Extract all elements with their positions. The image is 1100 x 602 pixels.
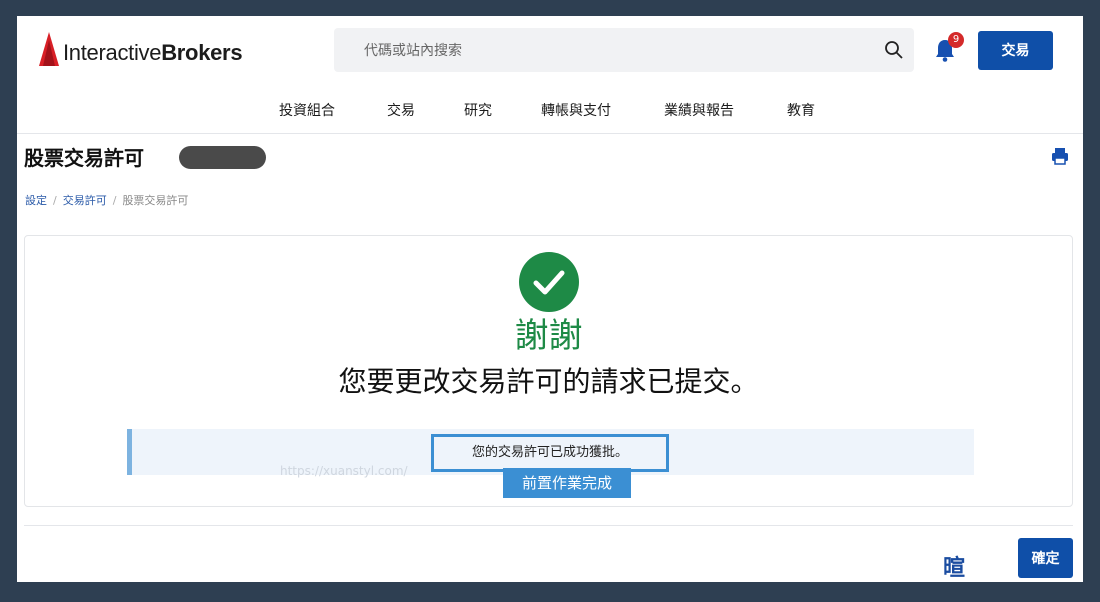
breadcrumb-separator: / [53,194,57,207]
main-nav: 投資組合 交易 研究 轉帳與支付 業績與報告 教育 [17,100,1083,130]
confirm-button[interactable]: 確定 [1018,538,1073,578]
app-window: InteractiveBrokers 9 交易 投資組合 交易 研究 轉帳與支付… [17,16,1083,582]
breadcrumb-separator: / [112,194,117,207]
redacted-account-id [179,146,266,169]
watermark: https://xuanstyl.com/ [280,464,408,478]
thank-you-heading: 謝謝 [514,316,583,356]
notification-badge: 9 [948,32,964,48]
header-divider [17,133,1083,134]
breadcrumb: 設定 / 交易許可 / 股票交易許可 [25,192,188,208]
nav-item-transfer-pay[interactable]: 轉帳與支付 [541,100,611,120]
approval-message: 您的交易許可已成功獲批。 [431,434,669,472]
ib-logo[interactable]: InteractiveBrokers [63,40,243,66]
breadcrumb-settings[interactable]: 設定 [25,194,47,207]
search-input[interactable] [362,38,866,64]
watermark-glyph: 暄 [943,556,966,581]
search-icon[interactable] [884,40,904,60]
nav-item-trade[interactable]: 交易 [387,100,415,120]
ib-logo-icon[interactable] [39,32,59,66]
breadcrumb-current: 股票交易許可 [122,194,189,207]
prerequisite-complete-label: 前置作業完成 [503,468,631,498]
page-title: 股票交易許可 [24,146,144,170]
search-bar[interactable] [334,28,914,72]
nav-item-portfolio[interactable]: 投資組合 [279,100,335,120]
submission-message: 您要更改交易許可的請求已提交。 [338,365,759,398]
trade-button[interactable]: 交易 [978,31,1053,70]
footer-divider [24,525,1073,526]
confirmation-card: 謝謝 您要更改交易許可的請求已提交。 您的交易許可已成功獲批。 https://… [24,235,1073,507]
breadcrumb-trading-permissions[interactable]: 交易許可 [63,194,107,207]
success-check-icon [519,252,579,312]
nav-item-education[interactable]: 教育 [787,100,815,120]
nav-item-research[interactable]: 研究 [464,100,492,120]
print-icon[interactable] [1051,147,1069,165]
nav-item-performance-reports[interactable]: 業績與報告 [664,100,734,120]
